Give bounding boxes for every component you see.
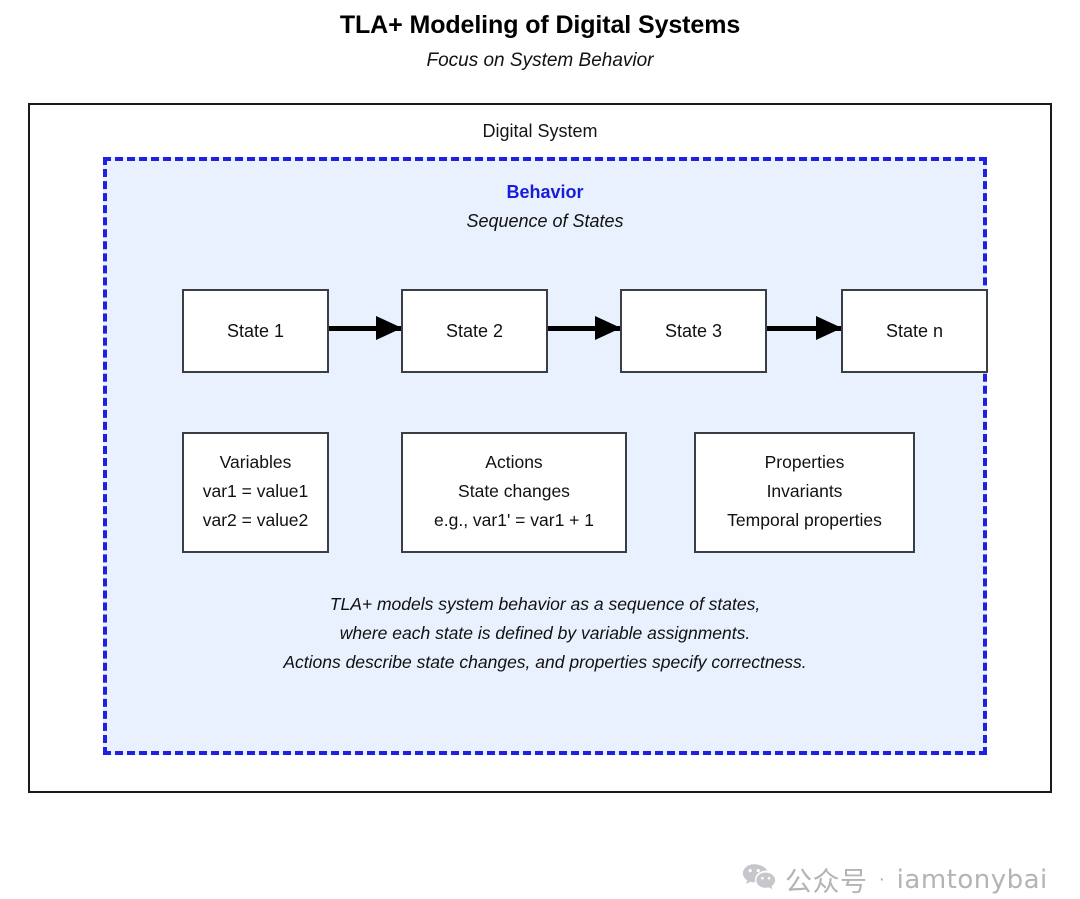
watermark-cn-label: 公众号 — [785, 867, 868, 898]
state-node-3: State 3 — [620, 289, 767, 373]
page-title: TLA+ Modeling of Digital Systems — [339, 11, 741, 39]
behavior-note-line: where each state is defined by variable … — [339, 623, 751, 643]
page-subtitle: Focus on System Behavior — [426, 50, 654, 71]
concept-box-actions: Actions State changes e.g., var1' = var1… — [401, 432, 627, 553]
concept-line: var2 = value2 — [202, 510, 309, 530]
watermark-separator: · — [878, 868, 886, 890]
state-transition-arrow-1 — [329, 316, 402, 340]
behavior-note-line: Actions describe state changes, and prop… — [283, 652, 807, 672]
state-transition-arrow-2 — [548, 316, 621, 340]
concept-line: Temporal properties — [727, 510, 882, 530]
behavior-title: Behavior — [506, 182, 584, 202]
state-node-1: State 1 — [182, 289, 329, 373]
behavior-subtitle: Sequence of States — [466, 211, 624, 231]
wechat-icon — [742, 863, 776, 897]
concept-line: Invariants — [766, 481, 843, 501]
concept-line: State changes — [458, 481, 570, 501]
concept-line: Actions — [485, 452, 543, 472]
behavior-note-line: TLA+ models system behavior as a sequenc… — [329, 594, 761, 614]
concept-line: var1 = value1 — [202, 481, 309, 501]
concept-box-variables: Variables var1 = value1 var2 = value2 ..… — [182, 432, 329, 553]
state-node-n: State n — [841, 289, 988, 373]
state-node-2: State 2 — [401, 289, 548, 373]
state-transition-arrow-3 — [767, 316, 842, 340]
behavior-box: Behavior Sequence of States State 1 Stat… — [103, 157, 988, 755]
behavior-note: TLA+ models system behavior as a sequenc… — [107, 590, 983, 677]
watermark: 公众号 · iamtonybai — [742, 860, 1048, 899]
concept-line: e.g., var1' = var1 + 1 — [434, 510, 594, 530]
watermark-account: iamtonybai — [896, 864, 1048, 895]
digital-system-label: Digital System — [482, 121, 598, 141]
concept-box-properties: Properties Invariants Temporal propertie… — [694, 432, 915, 553]
concept-line: Variables — [219, 452, 292, 472]
concept-line: Properties — [764, 452, 845, 472]
digital-system-frame: Digital System Behavior Sequence of Stat… — [28, 103, 1052, 898]
concept-line: ... — [248, 539, 263, 553]
